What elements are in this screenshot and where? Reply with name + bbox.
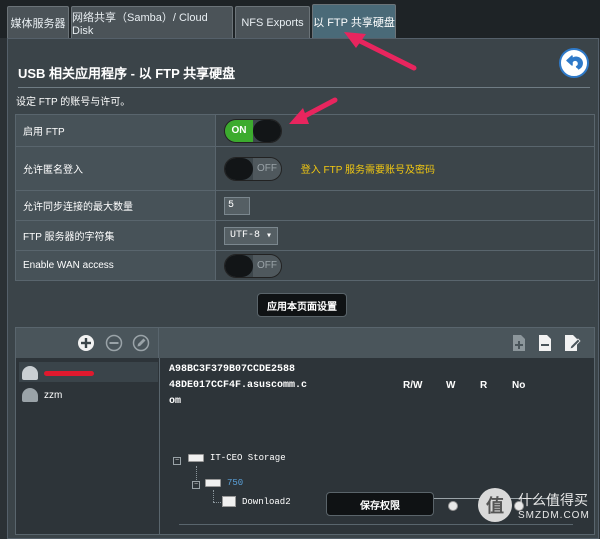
charset-value: UTF-8 [230, 230, 261, 241]
switch-knob [225, 254, 253, 277]
rename-folder-icon[interactable] [563, 334, 581, 352]
smzdm-watermark: 值 什么值得买 SMZDM.COM [478, 488, 590, 522]
save-permissions-button[interactable]: 保存权限 [326, 492, 434, 516]
section-divider [159, 358, 160, 534]
watermark-cn: 什么值得买 [518, 491, 588, 508]
storage-node[interactable]: IT-CEO Storage [188, 453, 286, 463]
wan-access-switch[interactable]: OFF [224, 253, 282, 278]
row-charset: FTP 服务器的字符集 UTF-8 ▾ [15, 220, 595, 251]
annotation-arrow-icon [344, 32, 417, 71]
perm-header-rw: R/W [403, 380, 423, 391]
tab-samba[interactable]: 网络共享（Samba）/ Cloud Disk [71, 6, 233, 38]
chevron-down-icon: ▾ [266, 230, 273, 242]
tab-label: NFS Exports [241, 16, 304, 29]
wan-access-label: Enable WAN access [15, 250, 216, 281]
ddns-line: A98BC3F379B07CCDE2588 [169, 364, 296, 375]
storage-name: IT-CEO Storage [210, 453, 286, 463]
minus-circle-icon[interactable] [105, 334, 123, 352]
folder-name: Download2 [242, 496, 291, 507]
tab-label: 媒体服务器 [10, 17, 66, 30]
switch-off-text: OFF [253, 254, 281, 277]
ddns-line: om [169, 396, 182, 407]
folder-node[interactable]: Download2 [222, 496, 291, 507]
account-toolbar [16, 328, 159, 358]
partition-name: 750 [227, 478, 244, 488]
partition-node[interactable]: 750 [205, 478, 243, 488]
annotation-arrow-icon [289, 97, 338, 124]
row-anonymous-login: 允许匿名登入 OFF 登入 FTP 服务需要账号及密码 [15, 146, 595, 191]
switch-off-text: OFF [253, 157, 281, 180]
drive-icon [188, 454, 204, 462]
back-button[interactable] [559, 48, 589, 78]
tree-line [213, 490, 214, 502]
apply-settings-button[interactable]: 应用本页面设置 [257, 293, 347, 317]
drive-icon [205, 479, 221, 487]
divider [179, 524, 573, 525]
perm-header-w: W [446, 380, 456, 391]
collapse-toggle[interactable]: − [173, 457, 181, 465]
tab-label: 网络共享（Samba）/ Cloud Disk [72, 11, 208, 37]
collapse-toggle[interactable]: − [192, 481, 200, 489]
user-item[interactable] [22, 366, 94, 380]
row-max-connections: 允许同步连接的最大数量 [15, 190, 595, 221]
tab-media-server[interactable]: 媒体服务器 [7, 6, 69, 38]
switch-on-text: ON [225, 119, 253, 142]
anonymous-login-label: 允许匿名登入 [15, 146, 216, 191]
anonymous-login-switch[interactable]: OFF [224, 156, 282, 181]
plus-circle-icon[interactable] [77, 334, 95, 352]
back-arrow-icon [566, 55, 583, 70]
page-subtitle: 设定 FTP 的账号与许可。 [16, 97, 131, 108]
user-name: zzm [44, 389, 63, 401]
folder-toolbar [159, 328, 594, 358]
charset-label: FTP 服务器的字符集 [15, 220, 216, 251]
tree-line [196, 466, 197, 480]
smzdm-logo: 值 [478, 488, 512, 522]
charset-select[interactable]: UTF-8 ▾ [224, 226, 279, 245]
ddns-line: 48DE017CCF4F.asuscomm.c [169, 380, 308, 391]
perm-header-r: R [480, 380, 488, 391]
row-wan-access: Enable WAN access OFF [15, 250, 595, 281]
user-item[interactable]: zzm [22, 388, 62, 402]
enable-ftp-switch[interactable]: ON [224, 118, 282, 143]
max-connections-label: 允许同步连接的最大数量 [15, 190, 216, 221]
title-divider [18, 87, 590, 88]
tab-nfs-exports[interactable]: NFS Exports [235, 6, 310, 38]
tree-line [213, 502, 221, 503]
ftp-settings-table: 启用 FTP ON 允许匿名登入 OFF 登入 FTP 服务需要账号及密码 允许… [15, 114, 595, 281]
watermark-en: SMZDM.COM [518, 509, 590, 521]
delete-folder-icon[interactable] [537, 334, 553, 352]
tab-bar: 媒体服务器 网络共享（Samba）/ Cloud Disk NFS Export… [0, 0, 600, 38]
add-folder-icon[interactable] [511, 334, 527, 352]
page-title: USB 相关应用程序 - 以 FTP 共享硬盘 [18, 66, 236, 81]
ddns-hostname: A98BC3F379B07CCDE2588 48DE017CCF4F.asusc… [169, 362, 329, 410]
redaction-mark [44, 370, 94, 376]
user-avatar-icon [22, 366, 38, 380]
folder-icon [222, 496, 236, 507]
user-avatar-icon [22, 388, 38, 402]
switch-knob [253, 119, 281, 142]
anonymous-login-hint: 登入 FTP 服务需要账号及密码 [300, 165, 436, 176]
pencil-circle-icon[interactable] [132, 334, 150, 352]
switch-knob [225, 157, 253, 180]
max-connections-input[interactable] [224, 196, 250, 215]
perm-radio-w[interactable] [448, 501, 458, 511]
enable-ftp-label: 启用 FTP [15, 114, 216, 147]
perm-header-no: No [512, 380, 526, 391]
